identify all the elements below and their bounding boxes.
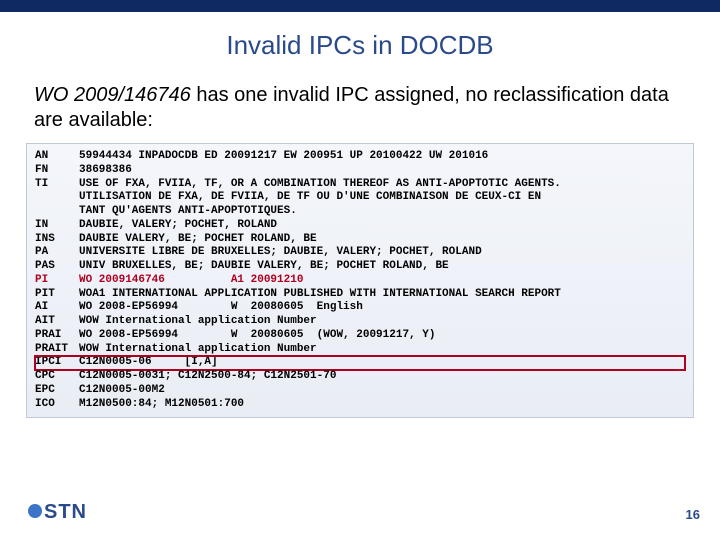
stn-logo: STN [28,501,87,524]
record-row: UTILISATION DE FXA, DE FVIIA, DE TF OU D… [35,191,685,205]
field-value: C12N0005-0031; C12N2500-84; C12N2501-70 [79,370,685,384]
field-value: 59944434 INPADOCDB ED 20091217 EW 200951… [79,150,685,164]
record-row: PASUNIV BRUXELLES, BE; DAUBIE VALERY, BE… [35,260,685,274]
field-value: C12N0005-06 [I,A] [79,356,685,370]
field-value: WOW International application Number [79,343,685,357]
record-row: TIUSE OF FXA, FVIIA, TF, OR A COMBINATIO… [35,178,685,192]
field-tag: PA [35,246,79,260]
field-value: UNIV BRUXELLES, BE; DAUBIE VALERY, BE; P… [79,260,685,274]
document-id: WO 2009/146746 [34,84,191,106]
record-row: CPCC12N0005-0031; C12N2500-84; C12N2501-… [35,370,685,384]
record-block: AN59944434 INPADOCDB ED 20091217 EW 2009… [26,143,694,418]
field-value: USE OF FXA, FVIIA, TF, OR A COMBINATION … [79,178,685,192]
record-row: AIWO 2008-EP56994 W 20080605 English [35,301,685,315]
record-row: AITWOW International application Number [35,315,685,329]
record-row: PAUNIVERSITE LIBRE DE BRUXELLES; DAUBIE,… [35,246,685,260]
logo-text: STN [44,501,87,524]
field-value: DAUBIE, VALERY; POCHET, ROLAND [79,219,685,233]
field-tag [35,205,79,219]
field-value: WOW International application Number [79,315,685,329]
slide-title: Invalid IPCs in DOCDB [0,30,720,61]
field-value: TANT QU'AGENTS ANTI-APOPTOTIQUES. [79,205,685,219]
field-tag: IN [35,219,79,233]
field-value: WO 2009146746 A1 20091210 [79,274,685,288]
top-bar [0,0,720,12]
field-tag: PRAIT [35,343,79,357]
field-tag: EPC [35,384,79,398]
record-row: AN59944434 INPADOCDB ED 20091217 EW 2009… [35,150,685,164]
field-tag: PIT [35,288,79,302]
record-row: TANT QU'AGENTS ANTI-APOPTOTIQUES. [35,205,685,219]
field-tag: AIT [35,315,79,329]
field-tag: ICO [35,398,79,412]
field-value: WO 2008-EP56994 W 20080605 English [79,301,685,315]
field-tag: PAS [35,260,79,274]
field-tag: IPCI [35,356,79,370]
field-tag: CPC [35,370,79,384]
record-row: PITWOA1 INTERNATIONAL APPLICATION PUBLIS… [35,288,685,302]
record-row: INDAUBIE, VALERY; POCHET, ROLAND [35,219,685,233]
footer: STN 16 [0,496,720,530]
field-value: 38698386 [79,164,685,178]
field-tag: PRAI [35,329,79,343]
field-value: UNIVERSITE LIBRE DE BRUXELLES; DAUBIE, V… [79,246,685,260]
field-value: DAUBIE VALERY, BE; POCHET ROLAND, BE [79,233,685,247]
intro-text: WO 2009/146746 has one invalid IPC assig… [34,83,686,133]
field-tag: INS [35,233,79,247]
page-number: 16 [686,507,700,522]
record-row: IPCIC12N0005-06 [I,A] [35,356,685,370]
record-row: FN38698386 [35,164,685,178]
record-row: ICOM12N0500:84; M12N0501:700 [35,398,685,412]
field-value: UTILISATION DE FXA, DE FVIIA, DE TF OU D… [79,191,685,205]
field-tag: AN [35,150,79,164]
field-tag: PI [35,274,79,288]
field-value: C12N0005-00M2 [79,384,685,398]
logo-dot-icon [28,504,42,518]
field-tag [35,191,79,205]
record-row: PRAITWOW International application Numbe… [35,343,685,357]
record-row: EPCC12N0005-00M2 [35,384,685,398]
record-row: PIWO 2009146746 A1 20091210 [35,274,685,288]
field-tag: TI [35,178,79,192]
record-row: INSDAUBIE VALERY, BE; POCHET ROLAND, BE [35,233,685,247]
field-value: WOA1 INTERNATIONAL APPLICATION PUBLISHED… [79,288,685,302]
record-row: PRAIWO 2008-EP56994 W 20080605 (WOW, 200… [35,329,685,343]
field-value: M12N0500:84; M12N0501:700 [79,398,685,412]
field-tag: AI [35,301,79,315]
field-value: WO 2008-EP56994 W 20080605 (WOW, 2009121… [79,329,685,343]
field-tag: FN [35,164,79,178]
